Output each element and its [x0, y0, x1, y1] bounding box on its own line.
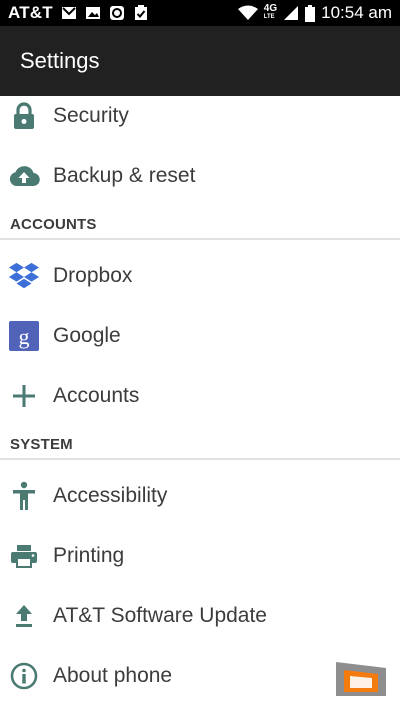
settings-item-printing[interactable]: Printing: [0, 526, 400, 586]
network-type-badge: 4G LTE: [263, 3, 278, 21]
section-header-system: SYSTEM: [0, 430, 400, 460]
battery-icon: [305, 4, 316, 22]
google-icon: g: [8, 320, 40, 352]
sync-icon: [109, 6, 124, 20]
settings-list[interactable]: Security Backup & reset ACCOUNTS Dropbox: [0, 96, 400, 700]
settings-item-label: AT&T Software Update: [53, 604, 267, 627]
page-title: Settings: [20, 48, 100, 73]
settings-item-dropbox[interactable]: Dropbox: [0, 246, 400, 306]
signal-icon: [284, 6, 299, 20]
settings-item-label: Accounts: [53, 384, 140, 407]
settings-item-label: Dropbox: [53, 264, 133, 287]
network-type: 4G: [263, 3, 278, 14]
settings-item-label: Security: [53, 104, 129, 127]
clipboard-check-icon: [134, 5, 147, 20]
printer-icon: [8, 540, 40, 572]
gmail-icon: [61, 7, 76, 19]
add-account-item[interactable]: Accounts: [0, 366, 400, 426]
cloud-upload-icon: [8, 160, 40, 192]
status-right: 4G LTE 10:54 am: [237, 3, 392, 23]
dropbox-icon: [8, 260, 40, 292]
status-bar: AT&T 4G LTE 10:54 am: [0, 0, 400, 26]
settings-item-software-update[interactable]: AT&T Software Update: [0, 586, 400, 646]
settings-item-label: Google: [53, 324, 121, 347]
watermark-logo: [336, 662, 386, 696]
image-icon: [85, 7, 100, 19]
plus-icon: [8, 380, 40, 412]
svg-text:g: g: [19, 324, 30, 349]
accessibility-icon: [8, 480, 40, 512]
settings-item-label: Printing: [53, 544, 125, 567]
carrier-name: AT&T: [8, 3, 53, 22]
settings-item-label: Backup & reset: [53, 164, 196, 187]
info-icon: [8, 660, 40, 692]
wifi-icon: [237, 5, 258, 20]
settings-item-accessibility[interactable]: Accessibility: [0, 466, 400, 526]
status-clock: 10:54 am: [321, 3, 392, 22]
settings-item-security[interactable]: Security: [0, 86, 400, 146]
settings-item-backup-reset[interactable]: Backup & reset: [0, 146, 400, 206]
settings-item-label: About phone: [53, 664, 173, 687]
status-left: AT&T: [8, 3, 149, 23]
lock-icon: [8, 100, 40, 132]
network-subtype: LTE: [263, 14, 275, 20]
settings-item-google[interactable]: g Google: [0, 306, 400, 366]
upload-icon: [8, 600, 40, 632]
section-header-accounts: ACCOUNTS: [0, 210, 400, 240]
settings-item-label: Accessibility: [53, 484, 168, 507]
